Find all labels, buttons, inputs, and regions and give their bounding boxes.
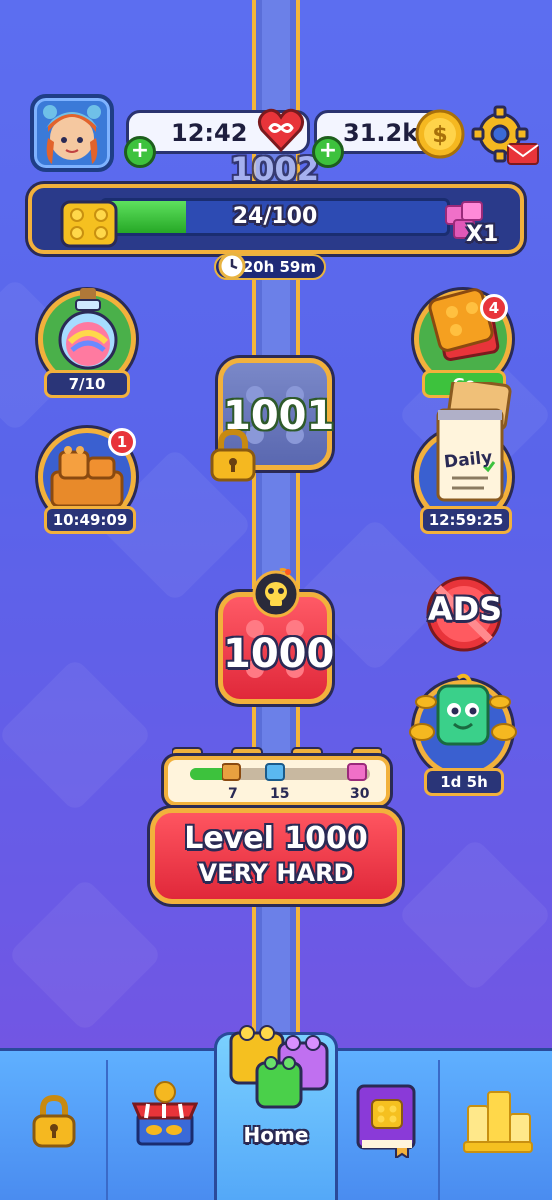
skull-bomb-icon (250, 566, 302, 622)
daily-timer: 12:59:25 (420, 506, 512, 534)
sand-castle-timer: 10:49:09 (44, 506, 136, 534)
block-offer-badge: 4 (480, 294, 508, 322)
potion-icon (58, 288, 118, 370)
ads-label: ADS (427, 590, 503, 628)
milestone-7: 7 (228, 786, 238, 802)
block-book-icon (356, 1084, 416, 1158)
nav-tab-locked[interactable] (0, 1060, 106, 1200)
nav-tab-towers[interactable] (440, 1060, 552, 1200)
play-level-title: Level 1000 (184, 821, 368, 856)
home-blocks-icon (229, 1025, 329, 1109)
svg-text:$: $ (432, 123, 447, 148)
piggy-bank-timer: 1d 5h (424, 768, 504, 796)
shop-stall-icon (132, 1081, 198, 1146)
coin-icon: $ (414, 108, 466, 164)
sand-castle-badge: 1 (108, 428, 136, 456)
clock-icon (218, 252, 246, 286)
daily-notepad-icon (436, 382, 512, 502)
nav-tab-home[interactable]: Home (214, 1025, 338, 1200)
settings-gear-icon[interactable] (470, 104, 542, 174)
play-level-button[interactable]: Level 1000 VERY HARD (150, 808, 402, 904)
progress-label: 24/100 (232, 204, 318, 229)
green-block-mascot-icon (409, 673, 517, 746)
multiplier-label: X1 (466, 222, 499, 247)
piggy-bank-feature-button[interactable]: 1d 5h (409, 673, 517, 796)
heart-infinite-icon (256, 106, 306, 158)
remove-ads-button[interactable]: ADS (416, 572, 512, 660)
lives-timer: 12:42 (171, 119, 248, 147)
event-timer: 20h 59m (214, 252, 326, 280)
daily-feature-button[interactable]: Daily 12:59:25 (414, 382, 512, 534)
milestone-chests-icon (222, 763, 367, 781)
level-1000-number: 1000 (223, 631, 335, 677)
potion-feature-button[interactable]: 7/10 (38, 288, 136, 398)
padlock-icon (208, 428, 258, 488)
add-lives-button[interactable]: + (124, 136, 156, 168)
add-coins-button[interactable]: + (312, 136, 344, 168)
nav-tab-collection[interactable] (338, 1060, 438, 1200)
avatar[interactable] (30, 94, 114, 172)
tower-blocks-icon (463, 1091, 533, 1153)
sand-castle-feature-button[interactable]: 1 10:49:09 (38, 428, 136, 534)
padlock-icon (32, 1094, 76, 1148)
level-progress-plate: 7 15 30 (164, 756, 390, 806)
home-tab-label: Home (243, 1123, 309, 1147)
yellow-block-icon (58, 192, 120, 254)
block-offer-feature-button[interactable]: 4 Go (414, 288, 512, 398)
nav-tab-shop[interactable] (108, 1060, 214, 1200)
milestone-15: 15 (270, 786, 290, 802)
potion-feature-label: 7/10 (44, 370, 130, 398)
event-timer-text: 20h 59m (242, 258, 316, 276)
milestone-30: 30 (350, 786, 370, 802)
coins-count: 31.2k (343, 119, 419, 147)
play-level-difficulty: VERY HARD (198, 859, 354, 887)
